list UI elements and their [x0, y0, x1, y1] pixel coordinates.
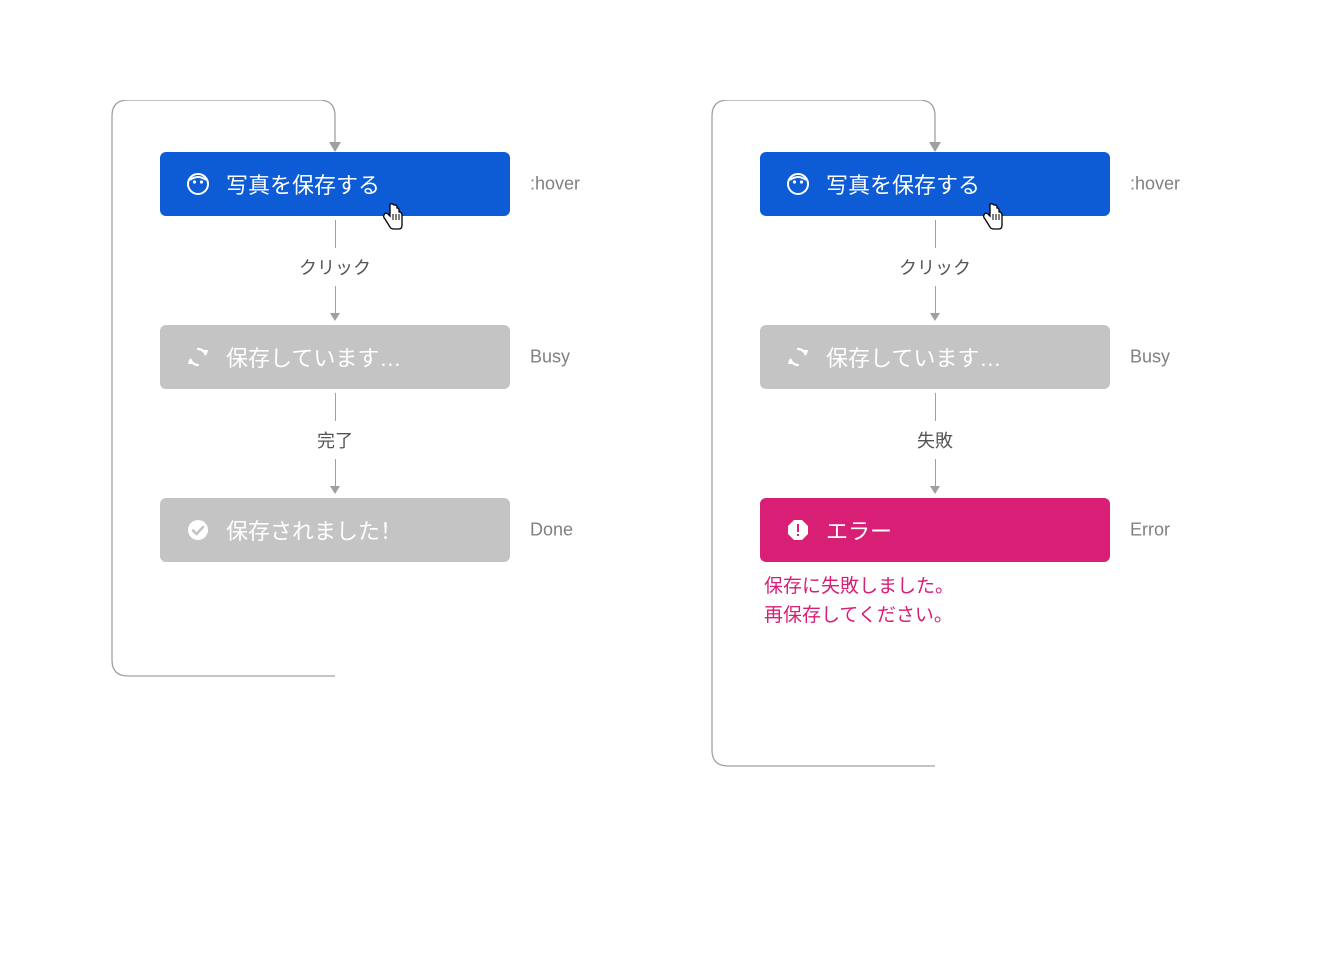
error-message-line1: 保存に失敗しました。: [764, 572, 1110, 601]
error-button-label: エラー: [826, 514, 892, 546]
flow-failure: 写真を保存する :hover クリック 保存しています… Busy: [710, 100, 1250, 631]
connector-click-2: クリック: [760, 220, 1110, 321]
save-button-hover[interactable]: 写真を保存する :hover: [160, 152, 510, 216]
state-label-busy: Busy: [530, 347, 570, 368]
sync-icon: [786, 345, 810, 369]
connector-click-label: クリック: [299, 254, 371, 280]
state-label-error: Error: [1130, 520, 1170, 541]
face-icon: [186, 172, 210, 196]
state-label-busy-2: Busy: [1130, 347, 1170, 368]
save-button-hover-2[interactable]: 写真を保存する :hover: [760, 152, 1110, 216]
error-message-line2: 再保存してください。: [764, 601, 1110, 630]
connector-click: クリック: [160, 220, 510, 321]
saving-button-busy-2: 保存しています… Busy: [760, 325, 1110, 389]
saving-button-busy: 保存しています… Busy: [160, 325, 510, 389]
connector-done: 完了: [160, 393, 510, 494]
connector-fail: 失敗: [760, 393, 1110, 494]
face-icon: [786, 172, 810, 196]
sync-icon: [186, 345, 210, 369]
save-button-hover-label: 写真を保存する: [226, 168, 380, 200]
connector-fail-label: 失敗: [917, 427, 953, 453]
state-label-hover: :hover: [530, 174, 580, 195]
save-button-hover-2-label: 写真を保存する: [826, 168, 980, 200]
diagram-canvas: 写真を保存する :hover クリック 保存しています… Busy: [0, 0, 1344, 956]
error-message: 保存に失敗しました。 再保存してください。: [764, 572, 1110, 631]
saving-button-busy-label: 保存しています…: [226, 341, 401, 373]
state-label-hover-2: :hover: [1130, 174, 1180, 195]
error-octagon-icon: [786, 518, 810, 542]
connector-click-2-label: クリック: [899, 254, 971, 280]
saved-button-done-label: 保存されました！: [226, 514, 402, 546]
flow-success: 写真を保存する :hover クリック 保存しています… Busy: [110, 100, 650, 562]
saving-button-busy-2-label: 保存しています…: [826, 341, 1001, 373]
connector-done-label: 完了: [317, 427, 353, 453]
saved-button-done: 保存されました！ Done: [160, 498, 510, 562]
error-button: エラー Error: [760, 498, 1110, 562]
state-label-done: Done: [530, 520, 573, 541]
check-circle-icon: [186, 518, 210, 542]
